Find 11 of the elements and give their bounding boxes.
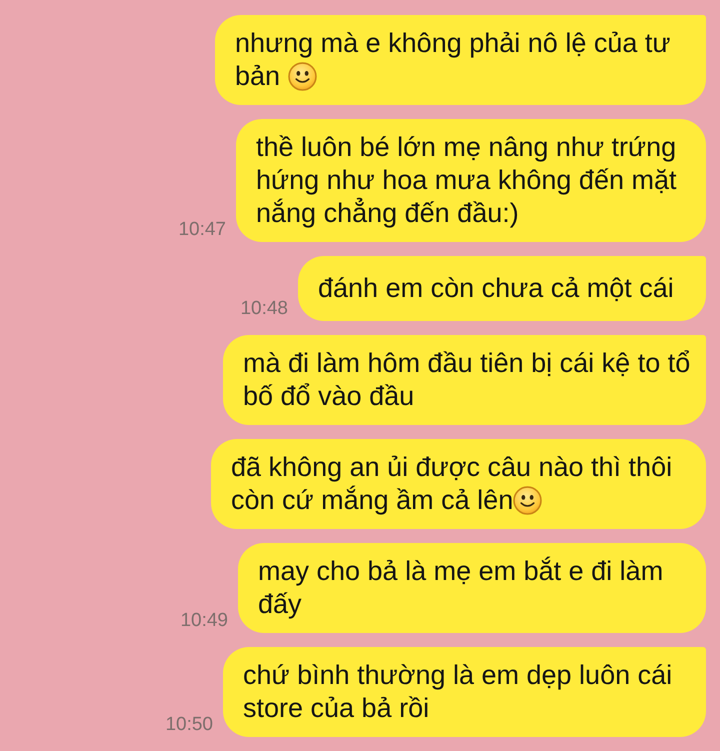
timestamp: 10:48: [240, 298, 288, 320]
message-text: may cho bả là mẹ em bắt e đi làm đấy: [258, 556, 664, 619]
message-text: mà đi làm hôm đầu tiên bị cái kệ to tổ bố đổ vào đầu: [243, 348, 690, 411]
timestamp: 10:47: [178, 219, 226, 241]
message-text: chứ bình thường là em dẹp luôn cái store của bả rồi: [243, 660, 672, 723]
message-text: thề luôn bé lớn mẹ nâng như trứng hứng như hoa mưa không đến mặt nắng chẳng đến đầu:): [256, 132, 676, 228]
timestamp: 10:50: [165, 714, 213, 736]
timestamp: 10:49: [180, 610, 228, 632]
message-text: đánh em còn chưa cả một cái: [318, 273, 674, 303]
message-text: đã không an ủi được câu nào thì thôi còn cứ mắng ầm cả lên: [231, 452, 672, 515]
message-text: nhưng mà e không phải nô lệ của tư bản: [235, 28, 670, 91]
